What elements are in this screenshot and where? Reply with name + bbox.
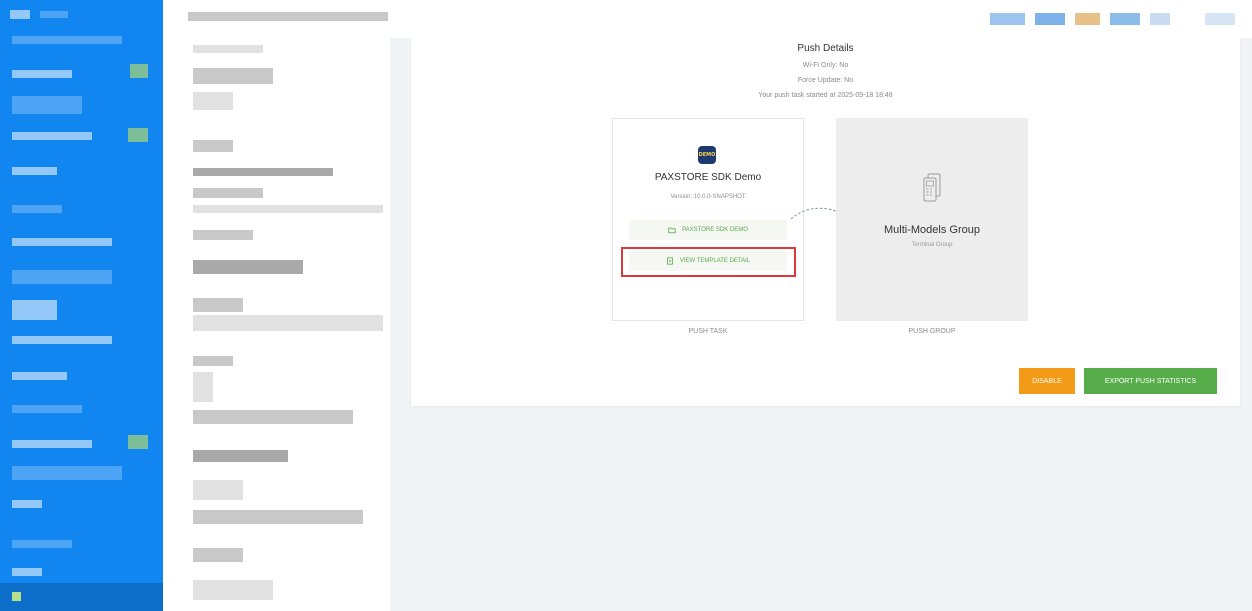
list-blur (188, 12, 388, 21)
sidebar-item[interactable] (12, 405, 82, 413)
sidebar-item[interactable] (12, 205, 62, 213)
sidebar-item[interactable] (12, 300, 57, 320)
list-blur (193, 140, 233, 152)
push-group-box: Multi-Models Group Terminal Group (836, 118, 1028, 321)
sidebar-logo (10, 10, 30, 19)
disable-button[interactable]: DISABLE (1019, 368, 1075, 394)
wifi-only-text: Wi-Fi Only: No (802, 62, 849, 69)
list-blur (193, 315, 383, 331)
collapse-icon[interactable] (12, 592, 21, 601)
sidebar-item[interactable] (12, 336, 112, 344)
push-details-card: Push Details Wi-Fi Only: No Force Update… (411, 38, 1240, 406)
push-started-text: Your push task started at 2025-09-18 18:… (758, 92, 893, 99)
push-details-title: Push Details (797, 43, 854, 54)
sidebar-badge (128, 435, 148, 449)
list-blur (193, 450, 288, 462)
push-task-label: PUSH TASK (688, 328, 728, 335)
list-blur (193, 580, 273, 600)
sidebar-item[interactable] (12, 238, 112, 246)
push-group-label: PUSH GROUP (908, 328, 956, 335)
force-update-text: Force Update: No (797, 77, 854, 84)
sidebar-item[interactable] (12, 132, 92, 140)
app-version: Version: 10.0.0-SNAPSHOT (670, 194, 746, 200)
app-detail-link[interactable]: PAXSTORE SDK DEMO (629, 220, 787, 240)
sidebar-item[interactable] (12, 70, 72, 78)
sidebar-item[interactable] (12, 540, 72, 548)
app-detail-link-label: PAXSTORE SDK DEMO (682, 227, 748, 233)
sidebar-item[interactable] (12, 466, 122, 480)
list-blur (193, 356, 233, 366)
sidebar-item[interactable] (12, 440, 92, 448)
list-blur (193, 372, 213, 402)
list-blur (193, 260, 303, 274)
list-blur (193, 45, 263, 53)
sidebar-item[interactable] (12, 167, 57, 175)
list-blur (193, 68, 273, 84)
sidebar-item[interactable] (12, 372, 67, 380)
list-blur (193, 410, 353, 424)
list-blur (193, 188, 263, 198)
group-name[interactable]: Multi-Models Group (836, 224, 1028, 236)
list-blur (193, 480, 243, 500)
folder-icon (668, 227, 676, 234)
sidebar-badge (130, 64, 148, 78)
sidebar-item[interactable] (12, 568, 42, 576)
list-blur (193, 298, 243, 312)
list-blur (193, 548, 243, 562)
list-blur (193, 510, 363, 524)
sidebar-item[interactable] (12, 270, 112, 284)
top-header (390, 0, 1252, 38)
header-blur[interactable] (990, 13, 1025, 25)
sidebar-item[interactable] (12, 96, 82, 114)
push-task-box: DEMO PAXSTORE SDK Demo Version: 10.0.0-S… (612, 118, 804, 321)
header-blur[interactable] (1205, 13, 1235, 25)
header-blur[interactable] (1035, 13, 1065, 25)
list-blur (193, 205, 383, 213)
app-name: PAXSTORE SDK Demo (654, 172, 762, 183)
header-blur[interactable] (1075, 13, 1100, 25)
sidebar-blur (40, 11, 68, 18)
sidebar (0, 0, 163, 611)
sidebar-badge (128, 128, 148, 142)
sidebar-footer[interactable] (0, 583, 163, 611)
terminal-icon (923, 173, 941, 202)
group-type: Terminal Group (911, 242, 953, 248)
header-blur[interactable] (1150, 13, 1170, 25)
app-icon: DEMO (698, 146, 716, 164)
highlight-box (621, 247, 796, 277)
header-blur[interactable] (1110, 13, 1140, 25)
secondary-list (163, 0, 390, 611)
list-blur (193, 168, 333, 176)
list-blur (193, 92, 233, 110)
export-push-statistics-button[interactable]: EXPORT PUSH STATISTICS (1084, 368, 1217, 394)
sidebar-item[interactable] (12, 500, 42, 508)
list-blur (193, 230, 253, 240)
sidebar-item[interactable] (12, 36, 122, 44)
